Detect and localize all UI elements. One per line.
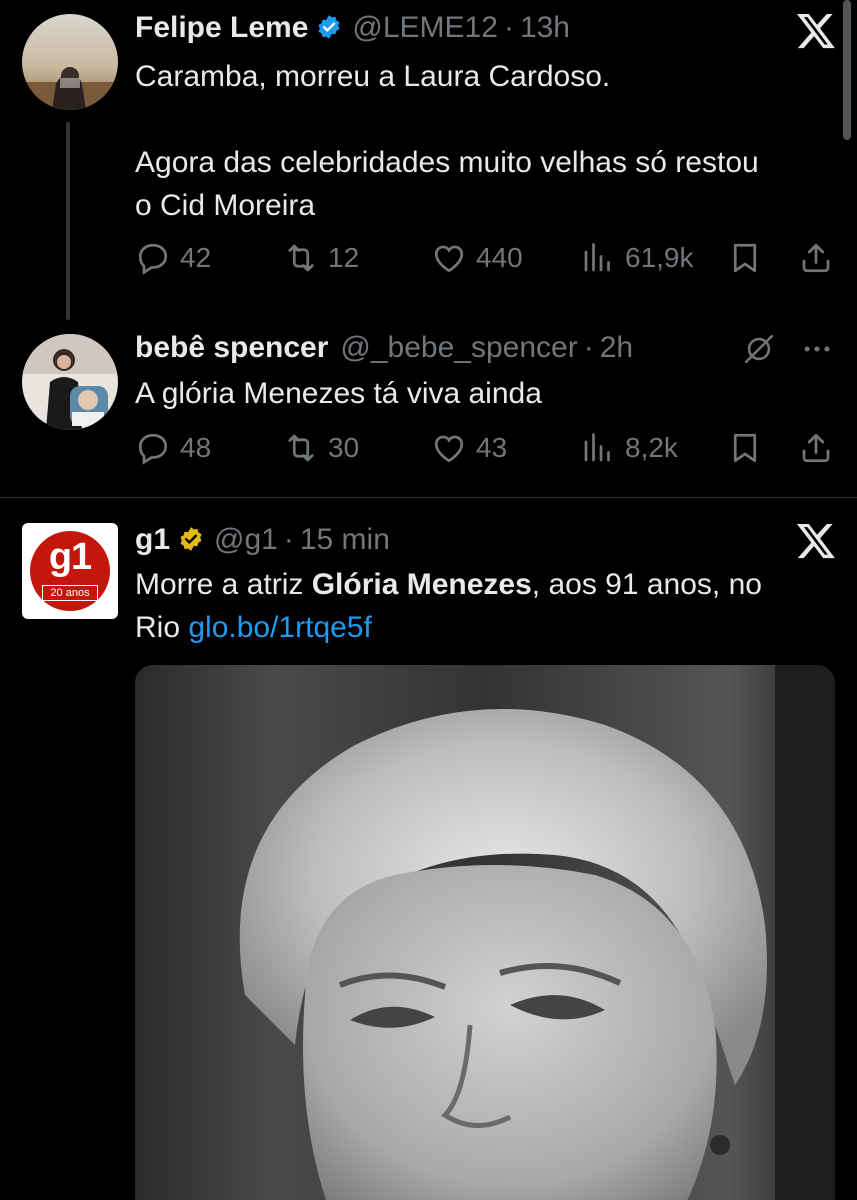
reply-button[interactable]: 42 xyxy=(135,240,211,276)
x-logo-icon xyxy=(795,10,837,52)
handle[interactable]: @g1 xyxy=(214,522,278,558)
separator: · xyxy=(283,523,294,556)
reply-count: 42 xyxy=(180,242,212,273)
x-logo-icon xyxy=(795,520,837,562)
tweet-text: Caramba, morreu a Laura Cardoso. Agora d… xyxy=(135,55,835,227)
tweet-felipe-leme[interactable]: Felipe Leme @LEME12 · 13h Caramba, morre… xyxy=(0,0,857,320)
like-icon xyxy=(434,245,464,273)
views-count: 8,2k xyxy=(625,432,678,463)
g1-logo-text: g1 xyxy=(48,536,92,578)
separator: · xyxy=(583,331,594,364)
tweet-text: Morre a atriz Glória Menezes, aos 91 ano… xyxy=(135,563,835,649)
tweet-header: bebê spencer @_bebe_spencer · 2h xyxy=(135,330,633,366)
reply-icon xyxy=(138,243,168,275)
retweet-icon xyxy=(288,434,314,462)
like-button[interactable]: 43 xyxy=(431,430,507,466)
reply-count: 48 xyxy=(180,432,212,463)
tweet-actions: 42 12 440 61,9k xyxy=(135,240,835,280)
text-fragment: Morre a atriz xyxy=(135,568,312,601)
bookmark-button[interactable] xyxy=(727,430,772,466)
text-bold-fragment: Glória Menezes xyxy=(311,568,532,601)
tweet-text-line: Morre a atriz Glória Menezes, aos 91 ano… xyxy=(135,563,835,606)
share-icon xyxy=(802,433,830,463)
share-icon xyxy=(802,243,830,273)
text-fragment: Rio xyxy=(135,611,189,644)
g1-anniversary-text: 20 anos xyxy=(42,585,98,601)
like-count: 440 xyxy=(476,242,523,273)
tweet-text-line: Caramba, morreu a Laura Cardoso. xyxy=(135,60,611,93)
bookmark-icon xyxy=(733,433,757,463)
reply-button[interactable]: 48 xyxy=(135,430,211,466)
retweet-button[interactable]: 30 xyxy=(283,430,359,466)
reply-icon xyxy=(138,433,168,465)
text-fragment: , aos 91 anos, no xyxy=(531,568,762,601)
views-count: 61,9k xyxy=(625,242,694,273)
retweet-count: 30 xyxy=(328,432,360,463)
retweet-button[interactable]: 12 xyxy=(283,240,359,276)
avatar-g1[interactable]: g1 20 anos xyxy=(22,523,118,619)
tweet-header: Felipe Leme @LEME12 · 13h xyxy=(135,10,570,46)
tweet-text-line: Rio glo.bo/1rtqe5f xyxy=(135,606,835,649)
timestamp[interactable]: 13h xyxy=(520,10,570,46)
retweet-icon xyxy=(288,244,314,272)
views-button[interactable]: 8,2k xyxy=(580,430,678,466)
display-name[interactable]: bebê spencer xyxy=(135,330,328,366)
tweet-text-line: o Cid Moreira xyxy=(135,189,316,222)
views-icon xyxy=(584,243,610,272)
share-button[interactable] xyxy=(798,430,843,466)
article-link[interactable]: glo.bo/1rtqe5f xyxy=(188,611,371,644)
thread-line xyxy=(66,122,70,320)
avatar-bebe-spencer[interactable] xyxy=(22,334,118,430)
tweet-header: g1 @g1 · 15 min xyxy=(135,522,390,558)
timestamp[interactable]: 15 min xyxy=(300,522,390,558)
handle[interactable]: @_bebe_spencer xyxy=(340,330,577,366)
share-button[interactable] xyxy=(798,240,843,276)
more-icon[interactable] xyxy=(800,332,834,366)
tweet-media-photo[interactable] xyxy=(135,665,835,1200)
like-icon xyxy=(434,435,464,463)
tweet-actions: 48 30 43 8,2k xyxy=(135,430,835,470)
tweet-bebe-spencer[interactable]: bebê spencer @_bebe_spencer · 2h A glóri… xyxy=(0,320,857,498)
handle[interactable]: @LEME12 xyxy=(352,10,498,46)
grok-icon[interactable] xyxy=(742,332,776,366)
tweet-text-line: Agora das celebridades muito velhas só r… xyxy=(135,146,759,179)
bookmark-button[interactable] xyxy=(727,240,772,276)
avatar-felipe-leme[interactable] xyxy=(22,14,118,110)
tweet-text: A glória Menezes tá viva ainda xyxy=(135,377,542,410)
verified-badge-icon[interactable] xyxy=(178,525,204,551)
like-button[interactable]: 440 xyxy=(431,240,523,276)
timestamp[interactable]: 2h xyxy=(600,330,633,366)
display-name[interactable]: Felipe Leme xyxy=(135,10,308,46)
retweet-count: 12 xyxy=(328,242,360,273)
views-icon xyxy=(584,433,610,462)
verified-badge-icon[interactable] xyxy=(316,13,342,39)
like-count: 43 xyxy=(476,432,508,463)
bookmark-icon xyxy=(733,243,757,273)
display-name[interactable]: g1 xyxy=(135,522,170,558)
separator: · xyxy=(503,11,514,44)
views-button[interactable]: 61,9k xyxy=(580,240,694,276)
